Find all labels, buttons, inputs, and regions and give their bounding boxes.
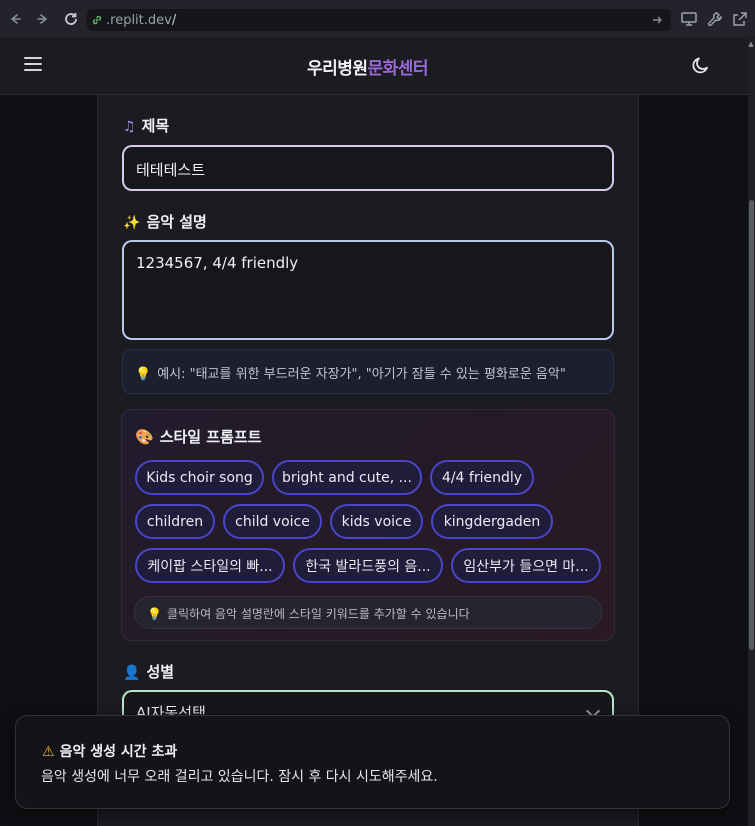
style-hint-text: 클릭하여 음악 설명란에 스타일 키워드를 추가할 수 있습니다 [166,607,470,621]
timeout-toast: ⚠ 음악 생성 시간 초과 음악 생성에 너무 오래 걸리고 있습니다. 잠시 후… [15,715,730,809]
style-chip-label: 한국 발라드풍의 음... [305,558,431,575]
url-domain: .replit.dev [106,12,172,28]
style-chip[interactable]: children [135,504,215,539]
music-note-icon: ♫ [123,119,136,135]
back-icon[interactable] [4,8,26,30]
style-chip[interactable]: 한국 발라드풍의 음... [293,548,443,583]
toast-title-text: 음악 생성 시간 초과 [59,744,178,760]
style-chip-label: Kids choir song [146,469,253,486]
style-chip[interactable]: 4/4 friendly [430,460,534,495]
scroll-up-icon[interactable]: ▲ [747,40,755,48]
example-hint-text: 예시: "태교를 위한 부드러운 자장가", "아기가 잠들 수 있는 평화로운… [157,367,566,382]
style-chip[interactable]: child voice [223,504,322,539]
forward-icon[interactable] [32,8,54,30]
reload-icon[interactable] [60,8,82,30]
brand-title: 우리병원문화센터 [0,54,735,79]
style-chip-label: 4/4 friendly [441,469,523,486]
sparkles-icon: ✨ [123,215,141,231]
title-label-text: 제목 [141,117,170,135]
warning-icon: ⚠ [42,744,55,760]
style-chip-label: child voice [235,513,310,530]
style-chip-label: kids voice [341,513,412,530]
go-arrow-icon[interactable] [651,14,663,26]
description-label: ✨ 음악 설명 [123,211,207,232]
description-textarea[interactable]: 1234567, 4/4 friendly [122,240,614,340]
monitor-icon[interactable] [680,10,698,28]
link-icon [92,15,102,25]
app-header: 우리병원문화센터 [0,38,748,95]
style-prompt-label: 🎨 스타일 프롬프트 [135,426,262,447]
brand-part2: 문화센터 [367,59,429,79]
style-chip-label: kingdergaden [443,513,541,530]
moon-icon[interactable] [690,54,712,76]
style-chip-label: 임산부가 들으면 마... [463,558,589,575]
title-input[interactable]: 테테테스트 [122,145,614,191]
brand-part1: 우리병원 [306,59,368,79]
style-chip[interactable]: bright and cute, ... [272,460,422,495]
style-prompt-label-text: 스타일 프롬프트 [159,428,262,446]
toast-description: 음악 생성에 너무 오래 걸리고 있습니다. 잠시 후 다시 시도해주세요. [41,769,438,785]
style-chip[interactable]: kingdergaden [431,504,553,539]
style-prompt-box: 🎨 스타일 프롬프트 Kids choir song bright and cut… [121,409,615,641]
scrollbar-thumb[interactable] [749,200,754,650]
style-chip[interactable]: Kids choir song [135,460,264,495]
address-bar[interactable]: .replit.dev/ [87,9,671,31]
title-input-value: 테테테스트 [136,161,206,179]
style-chip[interactable]: 케이팝 스타일의 빠... [135,548,285,583]
style-hint: 💡 클릭하여 음악 설명란에 스타일 키워드를 추가할 수 있습니다 [134,596,602,629]
style-chip[interactable]: 임산부가 들으면 마... [451,548,601,583]
style-chip-label: children [146,513,204,530]
url-path: / [171,12,177,28]
lightbulb-icon: 💡 [135,367,152,382]
toast-title: ⚠ 음악 생성 시간 초과 [42,741,177,761]
gender-label-text: 성별 [146,663,175,681]
person-icon: 👤 [123,665,141,681]
description-label-text: 음악 설명 [146,213,207,231]
example-hint: 💡 예시: "태교를 위한 부드러운 자장가", "아기가 잠들 수 있는 평화로… [122,349,614,394]
title-label: ♫ 제목 [123,115,169,136]
url-text: .replit.dev/ [106,13,176,28]
gender-label: 👤 성별 [123,661,174,682]
style-chip-label: bright and cute, ... [282,469,412,486]
browser-toolbar: .replit.dev/ [0,0,755,38]
palette-icon: 🎨 [135,428,154,446]
lightbulb-icon: 💡 [147,607,162,621]
style-chip-label: 케이팝 스타일의 빠... [147,558,273,575]
external-link-icon[interactable] [731,10,749,28]
style-chip[interactable]: kids voice [330,504,423,539]
description-value: 1234567, 4/4 friendly [136,254,299,272]
wrench-icon[interactable] [706,10,724,28]
